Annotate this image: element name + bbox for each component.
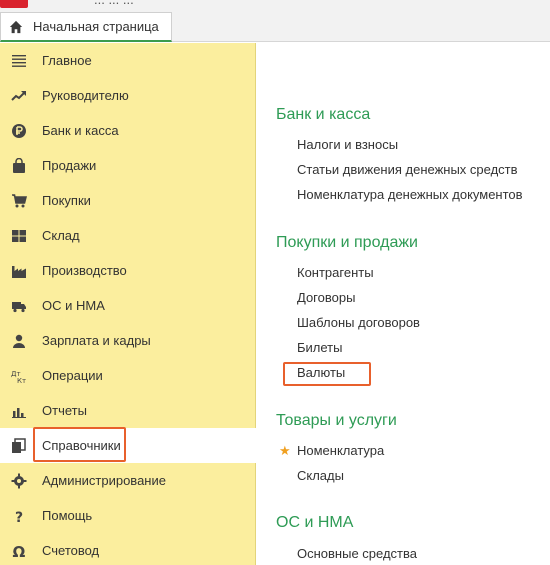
sidebar-item-label: Руководителю bbox=[42, 88, 129, 103]
debit-credit-icon: Дт Кт bbox=[10, 367, 28, 385]
sidebar-item-label: Зарплата и кадры bbox=[42, 333, 151, 348]
section-title-tovary-uslugi: Товары и услуги bbox=[276, 412, 397, 429]
link-valyuty[interactable]: Валюты bbox=[297, 365, 345, 380]
warehouse-grid-icon bbox=[10, 227, 28, 245]
link-nalogi-vznosy[interactable]: Налоги и взносы bbox=[297, 137, 398, 152]
books-icon bbox=[10, 437, 28, 455]
sidebar-item-proizvodstvo[interactable]: Производство bbox=[0, 253, 256, 288]
tab-home-label: Начальная страница bbox=[33, 19, 159, 34]
sidebar-item-rukovoditelyu[interactable]: Руководителю bbox=[0, 78, 256, 113]
section-title-bank-kassa: Банк и касса bbox=[276, 106, 371, 123]
link-osnovnye-sredstva[interactable]: Основные средства bbox=[297, 546, 417, 561]
svg-text:?: ? bbox=[15, 510, 23, 524]
sidebar: Главное Руководителю Банк и касса Продаж… bbox=[0, 43, 256, 565]
sidebar-item-pomosch[interactable]: ? Помощь bbox=[0, 498, 256, 533]
link-sklady[interactable]: Склады bbox=[297, 468, 344, 483]
bar-chart-icon bbox=[10, 402, 28, 420]
question-icon: ? bbox=[10, 507, 28, 525]
favorite-star-icon[interactable]: ★ bbox=[279, 443, 291, 459]
sidebar-item-otchety[interactable]: Отчеты bbox=[0, 393, 256, 428]
link-nomenklatura[interactable]: Номенклатура bbox=[297, 443, 384, 458]
sidebar-item-label: Администрирование bbox=[42, 473, 166, 488]
sidebar-item-label: Отчеты bbox=[42, 403, 87, 418]
sidebar-item-label: Продажи bbox=[42, 158, 97, 173]
section-title-os-nma: ОС и НМА bbox=[276, 514, 354, 531]
link-stati-dvizheniya[interactable]: Статьи движения денежных средств bbox=[297, 162, 518, 177]
svg-text:Кт: Кт bbox=[17, 377, 26, 384]
tab-home[interactable]: Начальная страница bbox=[0, 12, 172, 42]
menu-lines-icon bbox=[10, 52, 28, 70]
home-icon bbox=[9, 20, 23, 33]
sidebar-item-label: Операции bbox=[42, 368, 103, 383]
link-nomenklatura-den-dok[interactable]: Номенклатура денежных документов bbox=[297, 187, 523, 202]
sidebar-item-os-nma[interactable]: ОС и НМА bbox=[0, 288, 256, 323]
gear-icon bbox=[10, 472, 28, 490]
factory-icon bbox=[10, 262, 28, 280]
sidebar-item-label: Справочники bbox=[42, 438, 121, 453]
sidebar-item-administrirovanie[interactable]: Администрирование bbox=[0, 463, 256, 498]
sidebar-item-label: Счетовод bbox=[42, 543, 100, 558]
link-bilety[interactable]: Билеты bbox=[297, 340, 342, 355]
sidebar-item-spravochniki[interactable]: Справочники bbox=[0, 428, 256, 463]
app-logo bbox=[0, 0, 28, 8]
sidebar-item-zarplata[interactable]: Зарплата и кадры bbox=[0, 323, 256, 358]
sidebar-item-label: Помощь bbox=[42, 508, 93, 523]
person-icon bbox=[10, 332, 28, 350]
link-dogovory[interactable]: Договоры bbox=[297, 290, 355, 305]
sidebar-item-label: ОС и НМА bbox=[42, 298, 105, 313]
link-shablony-dogovorov[interactable]: Шаблоны договоров bbox=[297, 315, 420, 330]
sidebar-item-operacii[interactable]: Дт Кт Операции bbox=[0, 358, 256, 393]
sidebar-item-label: Покупки bbox=[42, 193, 91, 208]
content-panel: Банк и касса Налоги и взносы Статьи движ… bbox=[257, 43, 550, 565]
svg-text:Ω: Ω bbox=[13, 543, 26, 559]
omega-icon: Ω bbox=[10, 542, 28, 560]
sidebar-item-label: Главное bbox=[42, 53, 92, 68]
sidebar-item-schetovod[interactable]: Ω Счетовод bbox=[0, 533, 256, 565]
sidebar-item-pokupki[interactable]: Покупки bbox=[0, 183, 256, 218]
title-bar: ... ... ... bbox=[0, 0, 550, 10]
app-window: ... ... ... Начальная страница Главное Р… bbox=[0, 0, 550, 565]
ruble-coin-icon bbox=[10, 122, 28, 140]
sidebar-item-bank-kassa[interactable]: Банк и касса bbox=[0, 113, 256, 148]
tab-bar: Начальная страница bbox=[0, 10, 550, 42]
shopping-bag-icon bbox=[10, 157, 28, 175]
sidebar-item-label: Банк и касса bbox=[42, 123, 119, 138]
sidebar-item-prodazhi[interactable]: Продажи bbox=[0, 148, 256, 183]
link-kontragenty[interactable]: Контрагенты bbox=[297, 265, 374, 280]
truck-icon bbox=[10, 297, 28, 315]
cart-icon bbox=[10, 192, 28, 210]
window-title-fragment: ... ... ... bbox=[94, 0, 134, 7]
trend-up-icon bbox=[10, 87, 28, 105]
section-title-pokupki-prodazhi: Покупки и продажи bbox=[276, 234, 418, 251]
sidebar-item-sklad[interactable]: Склад bbox=[0, 218, 256, 253]
sidebar-item-glavnoe[interactable]: Главное bbox=[0, 43, 256, 78]
sidebar-item-label: Склад bbox=[42, 228, 80, 243]
sidebar-item-label: Производство bbox=[42, 263, 127, 278]
